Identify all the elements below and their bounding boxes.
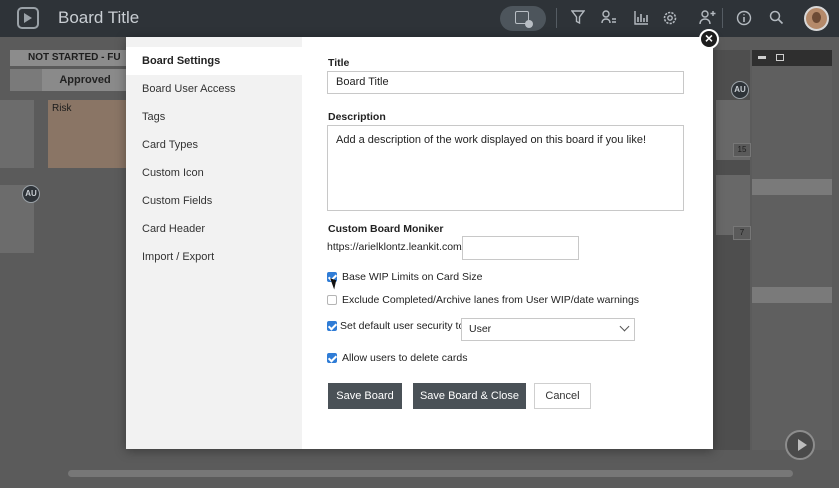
toolbar-divider — [722, 8, 723, 28]
exclude-completed-label: Exclude Completed/Archive lanes from Use… — [342, 294, 640, 306]
board-view-toggle-button[interactable] — [500, 6, 546, 31]
nav-tags[interactable]: Tags — [126, 103, 302, 131]
board-card[interactable] — [0, 100, 34, 168]
card-label: Risk — [52, 103, 72, 114]
add-user-icon[interactable] — [697, 10, 717, 27]
card-avatar: AU — [22, 185, 40, 203]
lane-header-controls — [752, 50, 832, 66]
select-value: User — [469, 323, 492, 335]
description-textarea[interactable]: Add a description of the work displayed … — [327, 125, 684, 211]
board-title: Board Title — [58, 8, 140, 27]
wip-count: 15 — [733, 143, 751, 157]
nav-card-header[interactable]: Card Header — [126, 215, 302, 243]
save-board-close-button[interactable]: Save Board & Close — [413, 383, 526, 409]
settings-nav: Board Settings Board User Access Tags Ca… — [126, 37, 302, 449]
allow-delete-label: Allow users to delete cards — [342, 352, 468, 364]
nav-custom-fields[interactable]: Custom Fields — [126, 187, 302, 215]
board-settings-form: Title Board Title Description Add a desc… — [302, 37, 713, 449]
lane-divider — [752, 287, 832, 303]
nav-custom-icon[interactable]: Custom Icon — [126, 159, 302, 187]
lane-column — [752, 50, 832, 450]
nav-card-types[interactable]: Card Types — [126, 131, 302, 159]
board-settings-modal: Board Settings Board User Access Tags Ca… — [126, 37, 713, 449]
allow-delete-checkbox[interactable] — [327, 353, 337, 363]
nav-board-user-access[interactable]: Board User Access — [126, 75, 302, 103]
user-list-icon[interactable] — [599, 10, 619, 27]
close-icon[interactable]: × — [699, 29, 719, 49]
card-avatar: AU — [731, 81, 749, 99]
lane-column-title[interactable]: Approved — [42, 69, 128, 91]
description-label: Description — [328, 111, 386, 123]
nav-board-settings[interactable]: Board Settings — [126, 47, 302, 75]
archive-icon[interactable] — [776, 54, 784, 61]
moniker-url-prefix: https://arielklontz.leankit.com/ — [327, 241, 465, 253]
search-icon[interactable] — [766, 10, 786, 27]
wip-count: 7 — [733, 226, 751, 240]
title-input[interactable]: Board Title — [327, 71, 684, 94]
board-settings-icon — [515, 11, 533, 28]
collapse-icon[interactable] — [758, 56, 766, 59]
nav-import-export[interactable]: Import / Export — [126, 243, 302, 271]
lane-divider — [752, 179, 832, 195]
app-logo-icon[interactable] — [17, 7, 39, 29]
default-security-checkbox[interactable] — [327, 321, 337, 331]
help-launcher-button[interactable] — [785, 430, 815, 460]
cancel-button[interactable]: Cancel — [534, 383, 591, 409]
toolbar-divider — [556, 8, 557, 28]
default-security-select[interactable]: User — [461, 318, 635, 341]
save-board-button[interactable]: Save Board — [328, 383, 402, 409]
title-label: Title — [328, 57, 350, 69]
bar-chart-icon[interactable] — [631, 10, 651, 27]
moniker-input[interactable] — [462, 236, 579, 260]
filter-icon[interactable] — [568, 10, 588, 27]
horizontal-scrollbar[interactable] — [68, 470, 793, 477]
wip-card-size-label: Base WIP Limits on Card Size — [342, 271, 483, 283]
default-security-label: Set default user security to — [340, 320, 465, 332]
lane-header[interactable]: NOT STARTED - FU — [10, 50, 128, 66]
moniker-label: Custom Board Moniker — [328, 223, 444, 235]
info-icon[interactable] — [734, 10, 754, 27]
exclude-completed-checkbox[interactable] — [327, 295, 337, 305]
chevron-down-icon — [619, 321, 630, 332]
user-avatar[interactable] — [804, 6, 829, 31]
board-card-risk[interactable]: Risk — [48, 100, 126, 168]
gear-icon[interactable] — [660, 10, 680, 27]
